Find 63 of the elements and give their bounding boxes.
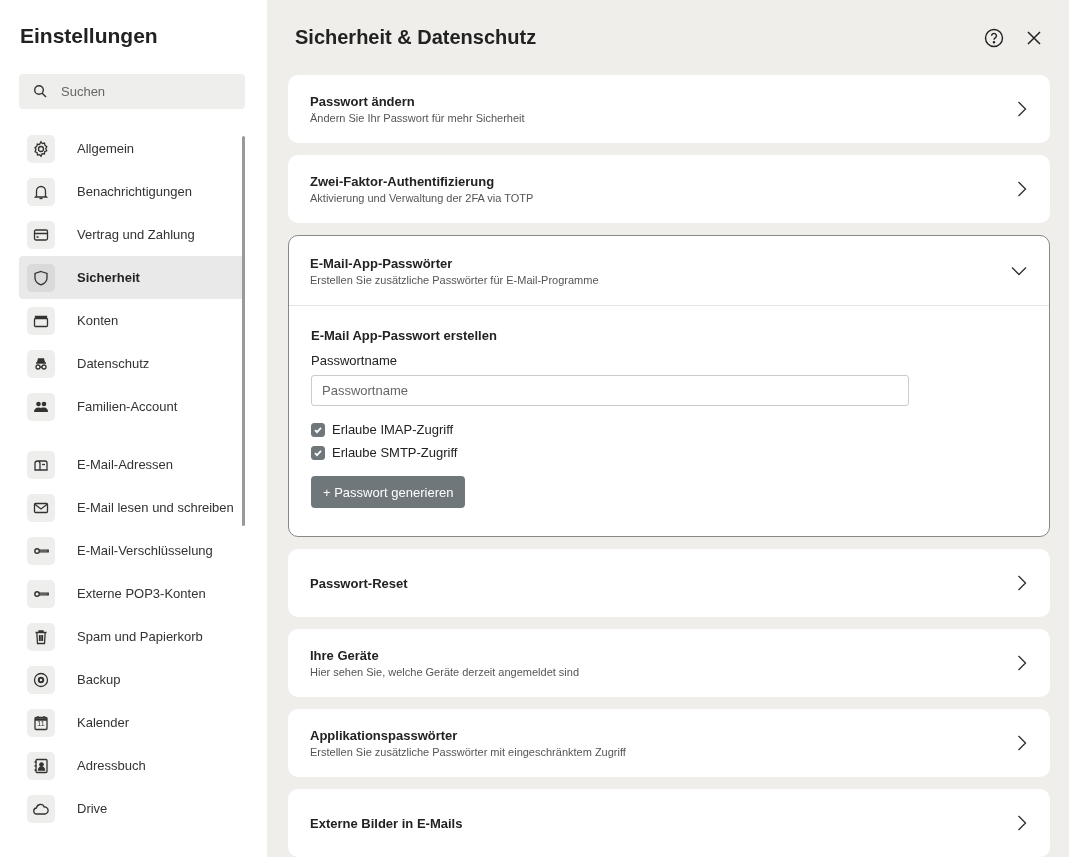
card-header[interactable]: Zwei-Faktor-Authentifizierung Aktivierung und Verwaltung der 2FA via TOTP <box>289 156 1049 222</box>
card-title: Passwort-Reset <box>310 575 409 591</box>
help-icon[interactable] <box>984 27 1004 48</box>
form-heading: E-Mail App-Passwort erstellen <box>311 328 497 343</box>
chevron-right-icon <box>1017 181 1027 197</box>
check-icon <box>313 447 323 458</box>
card-title: Zwei-Faktor-Authentifizierung <box>310 174 496 189</box>
card-header[interactable]: Applikationspasswörter Erstellen Sie zusätzliche Passwörter mit eingeschränktem Zugriff <box>289 710 1049 776</box>
card-subtitle: Ändern Sie Ihr Passwort für mehr Sicherheit <box>310 112 526 124</box>
sidebar-item[interactable]: E-Mail-Adressen <box>19 443 244 486</box>
key-icon <box>33 590 49 597</box>
gear-icon <box>32 139 50 158</box>
card-header[interactable]: Passwort-Reset <box>289 550 1049 616</box>
card-subtitle: Erstellen Sie zusätzliche Passwörter mit eingeschränktem Zugriff <box>310 746 627 758</box>
shield-icon <box>32 268 50 287</box>
generate-button[interactable]: + Passwort generieren <box>311 476 466 508</box>
calendar-icon <box>32 713 50 732</box>
card-header[interactable]: Externe Bilder in E-Mails <box>289 790 1049 856</box>
card-header[interactable]: Passwort ändern Ändern Sie Ihr Passwort für mehr Sicherheit <box>289 76 1049 142</box>
close-icon[interactable] <box>1026 29 1042 46</box>
search-field[interactable]: Suchen <box>19 74 245 109</box>
sidebar-item[interactable]: Benachrichtigungen <box>19 170 244 213</box>
sidebar-item[interactable]: Familien-Account <box>19 385 244 428</box>
sidebar-item[interactable]: Backup <box>19 658 244 701</box>
page-title: Sicherheit & Datenschutz <box>295 26 538 49</box>
sidebar-item[interactable]: Spam und Papierkorb <box>19 615 244 658</box>
card-title: Applikationspasswörter <box>310 728 459 743</box>
check-icon <box>313 424 323 435</box>
card-title: Ihre Geräte <box>310 648 380 663</box>
chevron-right-icon <box>1017 655 1027 671</box>
chevron-right-icon <box>1017 101 1027 117</box>
sidebar-item[interactable]: Allgemein <box>19 127 244 170</box>
checkbox-label: Erlaube SMTP-Zugriff <box>332 445 458 460</box>
sidebar-item[interactable]: Vertrag und Zahlung <box>19 213 244 256</box>
card-subtitle: Erstellen Sie zusätzliche Passwörter für E-Mail-Programme <box>310 273 600 286</box>
sidebar-item[interactable]: Adressbuch <box>19 744 244 787</box>
sidebar-item[interactable]: E-Mail lesen und schreiben <box>19 486 244 529</box>
input-field[interactable]: Passwortname <box>311 375 909 406</box>
card-header[interactable]: E-Mail-App-Passwörter Erstellen Sie zusätzliche Passwörter für E-Mail-Programme <box>289 236 1049 306</box>
sidebar-item[interactable]: Sicherheit <box>19 256 244 299</box>
field-label: Passwortname <box>311 353 397 368</box>
key-icon <box>33 547 49 554</box>
sidebar-item[interactable]: Datenschutz <box>19 342 244 385</box>
sidebar-item[interactable]: E-Mail-Verschlüsselung <box>19 529 244 572</box>
card-subtitle: Hier sehen Sie, welche Geräte derzeit angemeldet sind <box>310 666 581 678</box>
card-header[interactable]: Ihre Geräte Hier sehen Sie, welche Geräte derzeit angemeldet sind <box>289 630 1049 696</box>
card-title: Passwort ändern <box>310 94 416 109</box>
sidebar-item[interactable]: Konten <box>19 299 244 342</box>
sidebar-item[interactable]: Externe POP3-Konten <box>19 572 244 615</box>
chevron-right-icon <box>1017 815 1027 831</box>
contact-icon <box>32 756 50 775</box>
chevron-down-icon <box>1011 265 1027 276</box>
checkbox-label: Erlaube IMAP-Zugriff <box>332 422 454 437</box>
card-title: E-Mail-App-Passwörter <box>310 255 454 271</box>
card-subtitle: Aktivierung und Verwaltung der 2FA via TOTP <box>310 192 535 204</box>
chevron-right-icon <box>1017 575 1027 591</box>
checkbox[interactable] <box>311 422 325 437</box>
sidebar-title: Einstellungen <box>20 24 159 48</box>
disc-icon <box>32 670 50 689</box>
chevron-right-icon <box>1017 735 1027 751</box>
card-title: Externe Bilder in E-Mails <box>310 815 464 831</box>
checkbox[interactable] <box>311 445 325 460</box>
sidebar-item[interactable]: Drive <box>19 787 244 830</box>
